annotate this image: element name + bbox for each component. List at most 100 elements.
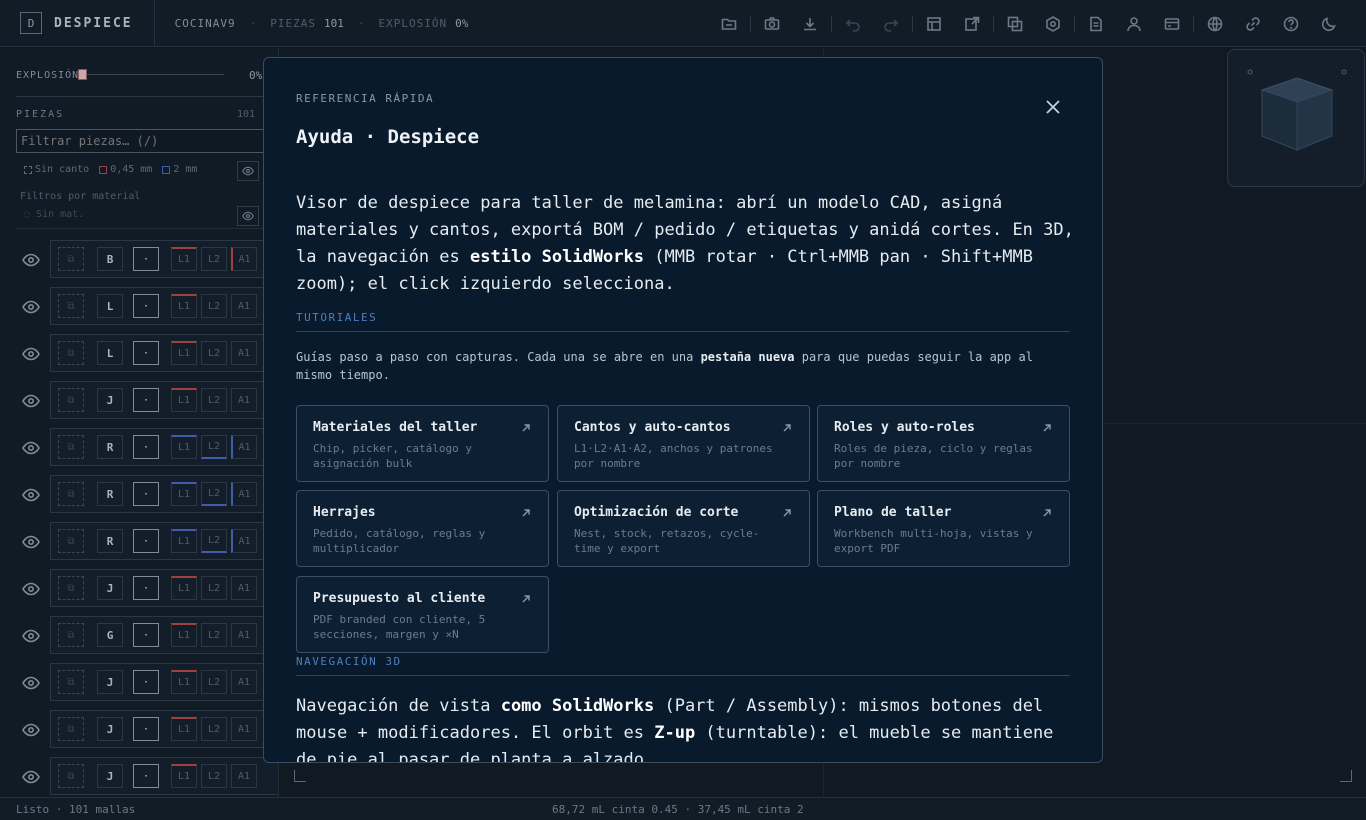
edge-l2-toggle[interactable]: L2 — [201, 341, 227, 365]
edge-l1-toggle[interactable]: L1 — [171, 341, 197, 365]
tutorial-card[interactable]: Roles y auto-roles Roles de pieza, ciclo … — [817, 405, 1070, 482]
link-icon[interactable] — [1234, 0, 1272, 47]
eye-icon[interactable] — [22, 769, 42, 785]
role-button[interactable]: · — [133, 764, 159, 788]
role-button[interactable]: · — [133, 670, 159, 694]
piece-card[interactable]: ⧉ L · L1 L2 A1 — [50, 287, 278, 325]
globe-icon[interactable] — [1196, 0, 1234, 47]
eye-icon[interactable] — [22, 675, 42, 691]
role-button[interactable]: · — [133, 294, 159, 318]
edge-a1-toggle[interactable]: A1 — [231, 529, 257, 553]
piece-row[interactable]: ⧉ R · L1 L2 A1 — [16, 522, 278, 566]
piece-row[interactable]: ⧉ G · L1 L2 A1 — [16, 616, 278, 660]
edge-a1-toggle[interactable]: A1 — [231, 341, 257, 365]
edge-l1-toggle[interactable]: L1 — [171, 482, 197, 506]
piece-row[interactable]: ⧉ J · L1 L2 A1 — [16, 710, 278, 754]
eye-icon[interactable] — [22, 534, 42, 550]
download-icon[interactable] — [791, 0, 829, 47]
role-button[interactable]: · — [133, 482, 159, 506]
material-chip[interactable]: R — [97, 435, 123, 459]
eye-icon[interactable] — [22, 581, 42, 597]
document-icon[interactable] — [1077, 0, 1115, 47]
tutorial-card[interactable]: Materiales del taller Chip, picker, catál… — [296, 405, 549, 482]
edge-a1-toggle[interactable]: A1 — [231, 388, 257, 412]
moon-icon[interactable] — [1310, 0, 1348, 47]
edge-a1-toggle[interactable]: A1 — [231, 435, 257, 459]
material-chip[interactable]: J — [97, 388, 123, 412]
edge-l2-toggle[interactable]: L2 — [201, 670, 227, 694]
edge-l2-toggle[interactable]: L2 — [201, 576, 227, 600]
material-chip[interactable]: J — [97, 717, 123, 741]
piece-row[interactable]: ⧉ J · L1 L2 A1 — [16, 381, 278, 425]
tutorial-card[interactable]: Optimización de corte Nest, stock, retazo… — [557, 490, 810, 567]
edge-a1-toggle[interactable]: A1 — [231, 294, 257, 318]
edge-l1-toggle[interactable]: L1 — [171, 294, 197, 318]
tutorial-card[interactable]: Herrajes Pedido, catálogo, reglas y multi… — [296, 490, 549, 567]
piece-card[interactable]: ⧉ R · L1 L2 A1 — [50, 522, 278, 560]
tutorial-card[interactable]: Presupuesto al cliente PDF branded con cl… — [296, 576, 549, 653]
edge-a1-toggle[interactable]: A1 — [231, 247, 257, 271]
explosion-slider-track[interactable] — [82, 74, 224, 75]
edge-l2-toggle[interactable]: L2 — [201, 247, 227, 271]
edge-l2-toggle[interactable]: L2 — [201, 388, 227, 412]
settings-hex-icon[interactable] — [1034, 0, 1072, 47]
help-icon[interactable] — [1272, 0, 1310, 47]
piece-row[interactable]: ⧉ R · L1 L2 A1 — [16, 428, 278, 472]
material-chip[interactable]: L — [97, 294, 123, 318]
edge-l2-toggle[interactable]: L2 — [201, 717, 227, 741]
piece-card[interactable]: ⧉ J · L1 L2 A1 — [50, 381, 278, 419]
eye-icon[interactable] — [22, 628, 42, 644]
role-button[interactable]: · — [133, 576, 159, 600]
project-name[interactable]: COCINAV9 — [175, 17, 236, 30]
material-chip[interactable]: R — [97, 482, 123, 506]
edge-l2-toggle[interactable]: L2 — [201, 764, 227, 788]
role-button[interactable]: · — [133, 717, 159, 741]
piece-card[interactable]: ⧉ G · L1 L2 A1 — [50, 616, 278, 654]
edge-l1-toggle[interactable]: L1 — [171, 623, 197, 647]
material-chip[interactable]: G — [97, 623, 123, 647]
camera-icon[interactable] — [753, 0, 791, 47]
edge-l1-toggle[interactable]: L1 — [171, 717, 197, 741]
edge-l1-toggle[interactable]: L1 — [171, 764, 197, 788]
piece-card[interactable]: ⧉ R · L1 L2 A1 — [50, 475, 278, 513]
edge-a1-toggle[interactable]: A1 — [231, 623, 257, 647]
undo-icon[interactable] — [834, 0, 872, 47]
role-button[interactable]: · — [133, 623, 159, 647]
edge-l1-toggle[interactable]: L1 — [171, 529, 197, 553]
toggle-canto-visibility-button[interactable] — [237, 161, 259, 181]
edge-l1-toggle[interactable]: L1 — [171, 670, 197, 694]
edge-l2-toggle[interactable]: L2 — [201, 623, 227, 647]
eye-icon[interactable] — [22, 252, 42, 268]
redo-icon[interactable] — [872, 0, 910, 47]
material-filter-sin-mat[interactable]: ◌ Sin mat. — [24, 209, 84, 220]
eye-icon[interactable] — [22, 722, 42, 738]
material-chip[interactable]: J — [97, 764, 123, 788]
edge-a1-toggle[interactable]: A1 — [231, 576, 257, 600]
edge-l1-toggle[interactable]: L1 — [171, 435, 197, 459]
toggle-material-visibility-button[interactable] — [237, 206, 259, 226]
eye-icon[interactable] — [22, 346, 42, 362]
piece-row[interactable]: ⧉ B · L1 L2 A1 — [16, 240, 278, 284]
edge-l1-toggle[interactable]: L1 — [171, 388, 197, 412]
piece-card[interactable]: ⧉ B · L1 L2 A1 — [50, 240, 278, 278]
eye-icon[interactable] — [22, 440, 42, 456]
tutorial-card[interactable]: Plano de taller Workbench multi-hoja, vis… — [817, 490, 1070, 567]
eye-icon[interactable] — [22, 299, 42, 315]
role-button[interactable]: · — [133, 529, 159, 553]
filter-pieces-input[interactable] — [16, 129, 266, 153]
tutorial-card[interactable]: Cantos y auto-cantos L1·L2·A1·A2, anchos … — [557, 405, 810, 482]
eye-icon[interactable] — [22, 393, 42, 409]
edge-l1-toggle[interactable]: L1 — [171, 247, 197, 271]
edge-l2-toggle[interactable]: L2 — [201, 529, 227, 553]
folder-open-icon[interactable] — [710, 0, 748, 47]
close-button[interactable] — [1044, 98, 1062, 116]
card-icon[interactable] — [1153, 0, 1191, 47]
edge-a1-toggle[interactable]: A1 — [231, 482, 257, 506]
piece-card[interactable]: ⧉ J · L1 L2 A1 — [50, 710, 278, 748]
piece-row[interactable]: ⧉ J · L1 L2 A1 — [16, 663, 278, 707]
piece-row[interactable]: ⧉ R · L1 L2 A1 — [16, 475, 278, 519]
edge-a1-toggle[interactable]: A1 — [231, 764, 257, 788]
overlap-icon[interactable] — [996, 0, 1034, 47]
explosion-slider-handle[interactable] — [78, 69, 87, 80]
role-button[interactable]: · — [133, 247, 159, 271]
